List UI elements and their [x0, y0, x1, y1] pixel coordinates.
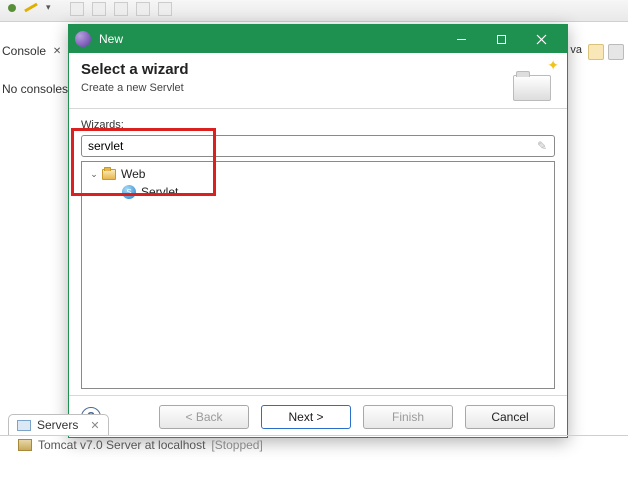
- dialog-header: Select a wizard Create a new Servlet ✦: [69, 53, 567, 109]
- separator: [0, 435, 628, 436]
- server-status: [Stopped]: [211, 438, 262, 452]
- finish-button: Finish: [363, 405, 453, 429]
- console-label: Console: [2, 44, 46, 58]
- servlet-icon: S: [122, 185, 136, 199]
- server-name: Tomcat v7.0 Server at localhost: [38, 438, 205, 452]
- toolbar-button[interactable]: [136, 2, 150, 16]
- eclipse-icon: [75, 31, 91, 47]
- dialog-title: New: [99, 32, 441, 46]
- dropdown-chevron-icon[interactable]: ▾: [46, 2, 51, 13]
- new-wizard-dialog: New Select a wizard Create a new Servlet…: [68, 24, 568, 438]
- cancel-button[interactable]: Cancel: [465, 405, 555, 429]
- next-button[interactable]: Next >: [261, 405, 351, 429]
- dialog-body: Wizards: ✎ ⌄ Web S Servlet: [69, 109, 567, 395]
- run-icon[interactable]: [8, 4, 16, 12]
- maximize-button[interactable]: [481, 25, 521, 53]
- toolbar-button[interactable]: [158, 2, 172, 16]
- server-row[interactable]: Tomcat v7.0 Server at localhost [Stopped…: [18, 438, 263, 452]
- server-icon: [18, 439, 32, 451]
- close-icon[interactable]: ✕: [90, 419, 99, 432]
- wizard-filter-input[interactable]: [81, 135, 555, 157]
- perspective-icon[interactable]: [588, 44, 604, 60]
- dialog-footer: ? < Back Next > Finish Cancel: [69, 395, 567, 437]
- servers-icon: [17, 420, 31, 431]
- view-toolbar: va: [570, 44, 624, 60]
- close-icon[interactable]: ✕: [50, 44, 64, 58]
- edit-icon[interactable]: [24, 3, 38, 13]
- clear-filter-icon[interactable]: ✎: [537, 139, 550, 152]
- toolbar-button[interactable]: [92, 2, 106, 16]
- close-button[interactable]: [521, 25, 561, 53]
- tree-label: Servlet: [141, 185, 178, 199]
- back-button: < Back: [159, 405, 249, 429]
- dialog-titlebar[interactable]: New: [69, 25, 567, 53]
- minimize-button[interactable]: [441, 25, 481, 53]
- toolbar-button[interactable]: [70, 2, 84, 16]
- console-tab[interactable]: Console ✕: [2, 44, 64, 58]
- tree-item-servlet[interactable]: S Servlet: [84, 183, 552, 201]
- java-perspective-label: va: [570, 44, 582, 60]
- toolbar-left-group: ▾: [8, 2, 51, 13]
- wizards-label: Wizards:: [81, 119, 555, 131]
- dialog-heading: Select a wizard: [81, 61, 189, 78]
- tree-label: Web: [121, 167, 145, 181]
- toolbar-right-group: [70, 2, 172, 16]
- wizard-banner-icon: ✦: [513, 61, 557, 101]
- servers-label: Servers: [37, 418, 78, 432]
- toolbar-button[interactable]: [114, 2, 128, 16]
- wizard-tree[interactable]: ⌄ Web S Servlet: [81, 161, 555, 389]
- tree-item-web[interactable]: ⌄ Web: [84, 165, 552, 183]
- perspective-icon[interactable]: [608, 44, 624, 60]
- folder-icon: [102, 169, 116, 180]
- dialog-subheading: Create a new Servlet: [81, 82, 189, 94]
- ide-toolbar: ▾: [0, 0, 628, 22]
- servers-tab[interactable]: Servers ✕: [8, 414, 109, 436]
- chevron-down-icon[interactable]: ⌄: [88, 168, 100, 180]
